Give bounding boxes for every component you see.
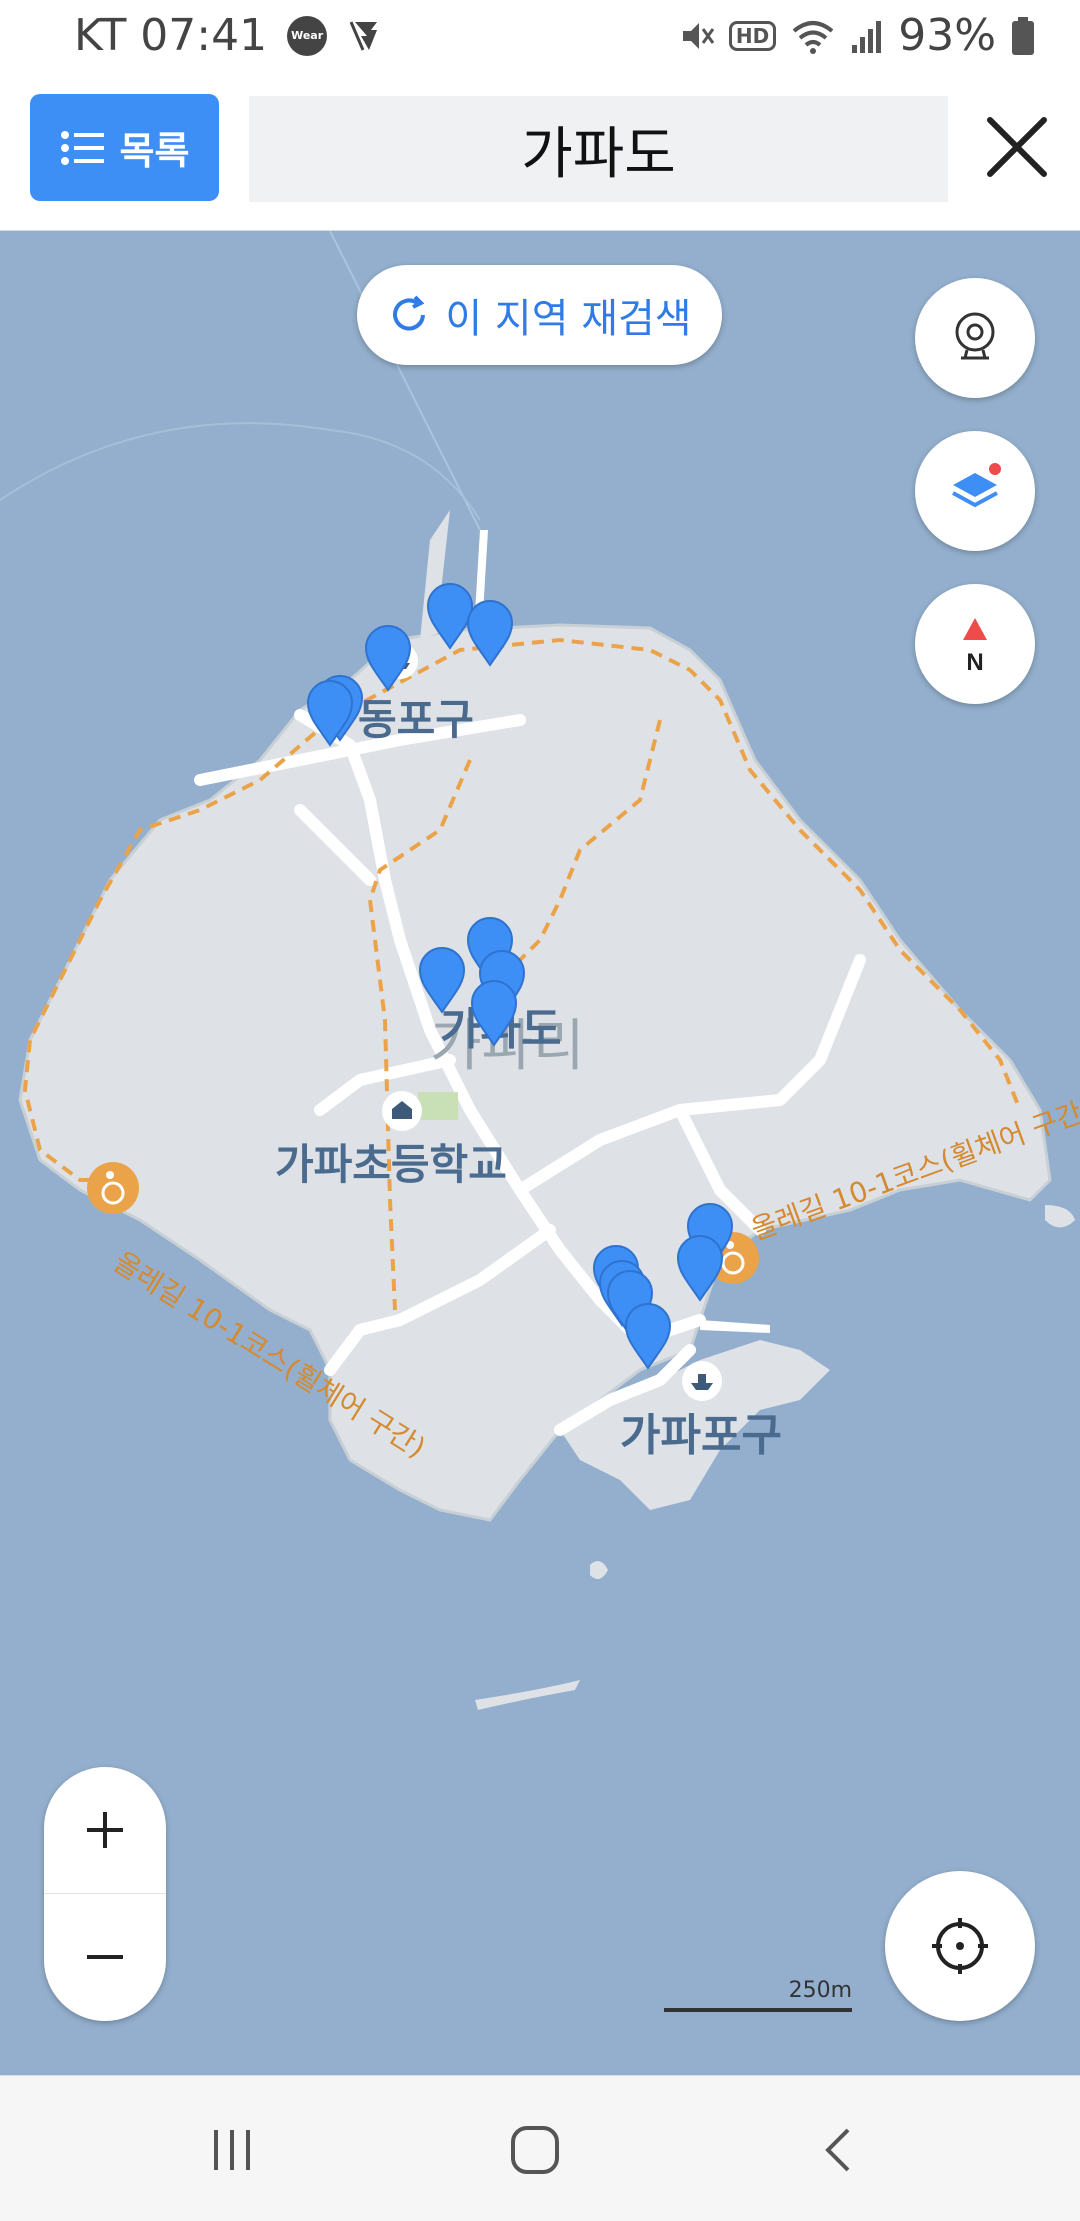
layers-icon [952, 463, 1001, 508]
back-icon[interactable] [810, 2120, 870, 2180]
search-input[interactable]: 가파도 [249, 96, 948, 202]
layers-button[interactable] [915, 431, 1035, 551]
map-pin[interactable] [467, 600, 513, 666]
scale-label: 250m [788, 1978, 852, 2003]
zoom-in-button[interactable] [44, 1767, 166, 1893]
battery-icon [1012, 16, 1034, 55]
close-button[interactable] [978, 108, 1056, 186]
map-scale: 250m [664, 1978, 852, 2018]
signal-icon [852, 20, 882, 53]
hd-icon: HD [728, 20, 777, 51]
map-pin[interactable] [419, 947, 465, 1013]
wifi-icon [792, 20, 834, 54]
status-bar: KT 07:41 Wear HD 93% [0, 0, 1080, 72]
zoom-out-button[interactable] [44, 1894, 166, 2020]
system-nav-bar [0, 2075, 1080, 2221]
recent-apps-icon[interactable] [202, 2120, 262, 2180]
flash-icon [349, 20, 378, 51]
mute-icon [682, 22, 715, 49]
wear-icon: Wear [287, 15, 328, 56]
map-pin[interactable] [625, 1303, 671, 1369]
map-pin[interactable] [365, 625, 411, 691]
compass-north-icon: N [963, 618, 987, 674]
research-area-button[interactable]: 이 지역 재검색 [357, 265, 722, 365]
list-button-label: 목록 [119, 129, 190, 173]
battery-percent: 93% [898, 10, 996, 61]
compass-button[interactable]: N [915, 584, 1035, 704]
scale-bar [664, 2008, 852, 2012]
svg-text:N: N [966, 649, 983, 674]
search-header: 목록 가파도 [0, 72, 1080, 231]
my-location-button[interactable] [885, 1871, 1035, 2021]
zoom-out-icon [87, 1955, 123, 1959]
map-pin[interactable] [471, 980, 517, 1046]
list-button[interactable]: 목록 [30, 94, 219, 201]
close-icon [987, 117, 1047, 177]
refresh-icon [393, 295, 426, 331]
list-icon [60, 130, 104, 165]
research-label: 이 지역 재검색 [445, 296, 692, 342]
search-query: 가파도 [521, 121, 676, 187]
my-location-icon [932, 1918, 988, 1974]
home-icon[interactable] [505, 2120, 565, 2180]
map-pin[interactable] [427, 583, 473, 649]
street-view-icon [955, 312, 995, 360]
zoom-in-icon [87, 1812, 123, 1848]
map-pin[interactable] [677, 1235, 723, 1301]
map-pin[interactable] [307, 680, 353, 746]
street-view-button[interactable] [915, 278, 1035, 398]
carrier-time: KT 07:41 [74, 10, 268, 61]
zoom-controls [44, 1767, 166, 2021]
